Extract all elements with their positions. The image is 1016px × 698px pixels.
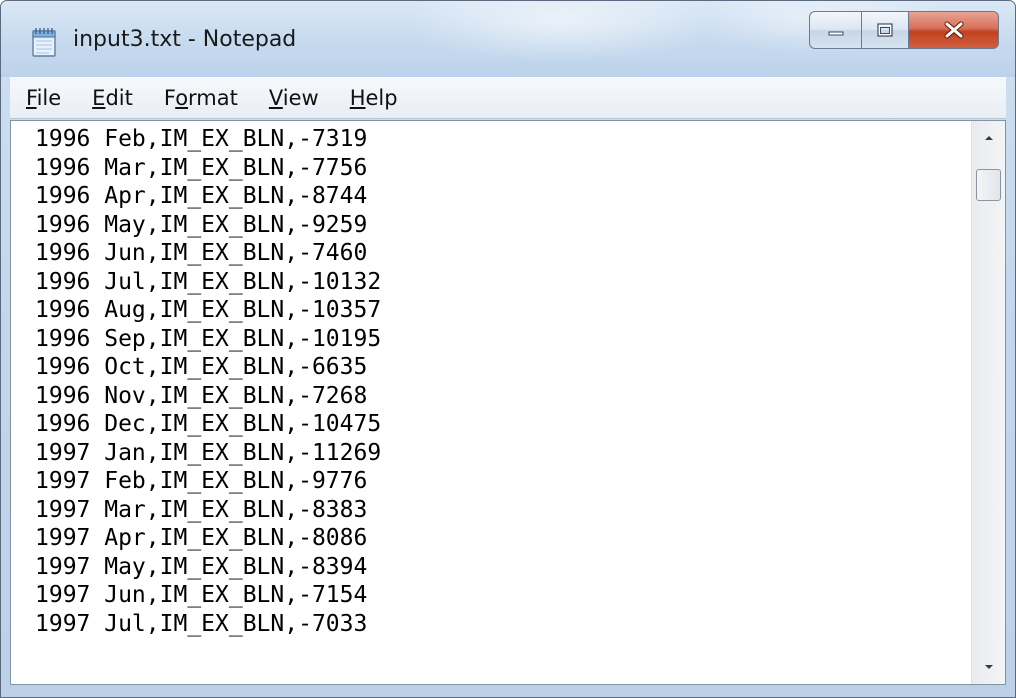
minimize-button[interactable] — [809, 11, 861, 49]
text-line: 1996 Sep,IM_EX_BLN,-10195 — [35, 325, 382, 352]
title-bar[interactable]: input3.txt - Notepad — [1, 1, 1015, 77]
close-icon — [944, 21, 963, 39]
text-line: 1997 May,IM_EX_BLN,-8394 — [35, 553, 368, 580]
scroll-down-button[interactable] — [972, 650, 1005, 684]
scroll-thumb[interactable] — [976, 169, 1001, 201]
maximize-icon — [877, 23, 893, 37]
text-line: 1996 Nov,IM_EX_BLN,-7268 — [35, 382, 368, 409]
text-line: 1997 Feb,IM_EX_BLN,-9776 — [35, 468, 368, 494]
text-line: 1996 Jul,IM_EX_BLN,-10132 — [35, 268, 382, 295]
menu-format[interactable]: Format — [162, 84, 240, 112]
window-title: input3.txt - Notepad — [73, 27, 297, 52]
text-line: 1996 Apr,IM_EX_BLN,-8744 — [35, 183, 368, 209]
notepad-window: input3.txt - Notepad File Edit Format Vi… — [0, 0, 1016, 698]
text-line: 1997 Jun,IM_EX_BLN,-7154 — [35, 582, 368, 608]
text-line: 1997 Jul,IM_EX_BLN,-7033 — [35, 610, 368, 637]
text-line: 1996 May,IM_EX_BLN,-9259 — [35, 211, 368, 238]
menu-edit[interactable]: Edit — [90, 84, 135, 112]
text-line: 1996 Aug,IM_EX_BLN,-10357 — [35, 297, 382, 323]
text-line: 1996 Mar,IM_EX_BLN,-7756 — [35, 154, 368, 181]
scroll-down-arrow-icon — [984, 665, 993, 669]
scroll-up-button[interactable] — [972, 121, 1005, 155]
menu-file[interactable]: File — [24, 84, 63, 112]
text-line: 1997 Jan,IM_EX_BLN,-11269 — [35, 439, 382, 466]
caption-buttons — [809, 11, 999, 49]
menu-help[interactable]: Help — [348, 84, 400, 112]
text-editor-area[interactable]: 1996 Feb,IM_EX_BLN,-7319 1996 Mar,IM_EX_… — [11, 121, 971, 684]
text-line: 1996 Dec,IM_EX_BLN,-10475 — [35, 411, 382, 437]
text-line: 1996 Feb,IM_EX_BLN,-7319 — [35, 126, 368, 152]
text-line: 1996 Jun,IM_EX_BLN,-7460 — [35, 240, 368, 266]
editor: 1996 Feb,IM_EX_BLN,-7319 1996 Mar,IM_EX_… — [10, 120, 1006, 685]
close-button[interactable] — [909, 11, 999, 49]
text-line: 1996 Oct,IM_EX_BLN,-6635 — [35, 354, 368, 380]
maximize-button[interactable] — [861, 11, 909, 49]
menu-bar: File Edit Format View Help — [10, 77, 1006, 119]
vertical-scrollbar[interactable] — [971, 121, 1005, 684]
text-line: 1997 Apr,IM_EX_BLN,-8086 — [35, 525, 368, 551]
scroll-up-arrow-icon — [984, 136, 993, 140]
notepad-icon — [32, 28, 56, 57]
menu-view[interactable]: View — [267, 84, 321, 112]
minimize-icon — [828, 31, 843, 36]
text-line: 1997 Mar,IM_EX_BLN,-8383 — [35, 496, 368, 523]
